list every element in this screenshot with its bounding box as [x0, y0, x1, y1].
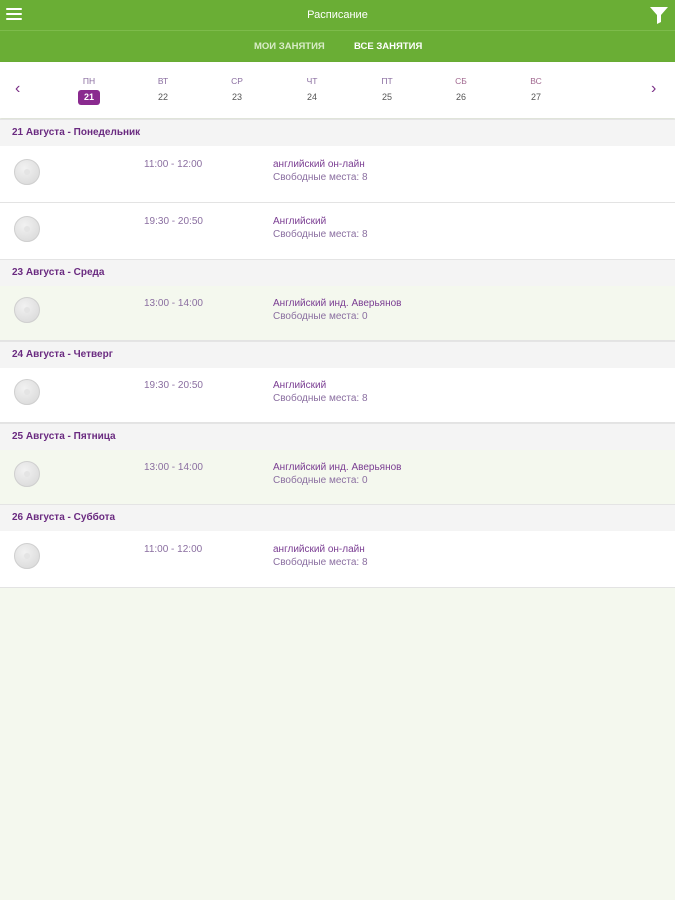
day-thu[interactable]: ЧТ 24 — [292, 62, 332, 118]
lesson-row[interactable]: 19:30 - 20:50 Английский Свободные места… — [0, 368, 675, 423]
lesson-row[interactable]: 13:00 - 14:00 Английский инд. Аверьянов … — [0, 286, 675, 341]
avatar — [14, 297, 40, 323]
day-number: 24 — [306, 92, 317, 102]
section-title: 21 Августа - Понедельник — [12, 127, 141, 138]
free-seats: Свободные места: 8 — [273, 172, 368, 183]
avatar — [14, 543, 40, 569]
day-number: 27 — [530, 92, 541, 102]
lesson-row[interactable]: 11:00 - 12:00 английский он-лайн Свободн… — [0, 531, 675, 588]
day-label: ЧТ — [306, 76, 318, 86]
filter-icon[interactable] — [649, 5, 669, 25]
day-label: СР — [231, 76, 243, 86]
lesson-row[interactable]: 11:00 - 12:00 английский он-лайн Свободн… — [0, 146, 675, 203]
lesson-name: английский он-лайн — [273, 159, 365, 170]
chevron-left-icon[interactable]: ‹ — [15, 81, 20, 97]
tab-all-lessons[interactable]: все занятия — [354, 31, 422, 62]
free-seats: Свободные места: 8 — [273, 229, 368, 240]
free-seats: Свободные места: 8 — [273, 393, 368, 404]
day-mon[interactable]: ПН 21 — [69, 62, 109, 118]
day-number: 21 — [78, 90, 100, 105]
avatar — [14, 159, 40, 185]
day-label: СБ — [455, 76, 467, 86]
lesson-name: Английский — [273, 380, 327, 391]
section-header: 23 Августа - Среда — [0, 259, 675, 287]
day-label: ВТ — [157, 76, 169, 86]
day-number: 26 — [455, 92, 466, 102]
avatar — [14, 216, 40, 242]
section-title: 23 Августа - Среда — [12, 267, 105, 278]
lesson-time: 11:00 - 12:00 — [144, 544, 203, 555]
lesson-time: 13:00 - 14:00 — [144, 298, 203, 309]
day-label: ПТ — [381, 76, 393, 86]
day-sun[interactable]: ВС 27 — [516, 62, 556, 118]
lesson-time: 19:30 - 20:50 — [144, 216, 203, 227]
section-header: 25 Августа - Пятница — [0, 423, 675, 451]
avatar — [14, 379, 40, 405]
section-title: 26 Августа - Суббота — [12, 512, 116, 523]
section-title: 24 Августа - Четверг — [12, 349, 113, 360]
lesson-name: Английский — [273, 216, 327, 227]
avatar — [14, 461, 40, 487]
chevron-right-icon[interactable]: › — [651, 81, 656, 97]
app-bar: Расписание — [0, 0, 675, 30]
lesson-name: Английский инд. Аверьянов — [273, 462, 402, 473]
section-title: 25 Августа - Пятница — [12, 431, 116, 442]
page-title: Расписание — [307, 9, 368, 21]
free-seats: Свободные места: 0 — [273, 311, 368, 322]
lesson-time: 19:30 - 20:50 — [144, 380, 203, 391]
tab-my-lessons[interactable]: мои занятия — [254, 31, 325, 62]
lesson-row[interactable]: 19:30 - 20:50 Английский Свободные места… — [0, 203, 675, 260]
lesson-name: английский он-лайн — [273, 544, 365, 555]
section-header: 21 Августа - Понедельник — [0, 119, 675, 147]
day-wed[interactable]: СР 23 — [217, 62, 257, 118]
free-seats: Свободные места: 8 — [273, 557, 368, 568]
free-seats: Свободные места: 0 — [273, 475, 368, 486]
day-number: 23 — [231, 92, 242, 102]
week-selector: ‹ ПН 21 ВТ 22 СР 23 ЧТ 24 ПТ 25 СБ 26 ВС… — [0, 62, 675, 118]
lesson-time: 11:00 - 12:00 — [144, 159, 203, 170]
day-label: ПН — [82, 76, 96, 86]
day-tue[interactable]: ВТ 22 — [143, 62, 183, 118]
day-number: 25 — [381, 92, 392, 102]
lesson-name: Английский инд. Аверьянов — [273, 298, 402, 309]
section-header: 26 Августа - Суббота — [0, 504, 675, 532]
day-number: 22 — [157, 92, 168, 102]
tab-bar: мои занятия все занятия — [0, 30, 675, 63]
lesson-row[interactable]: 13:00 - 14:00 Английский инд. Аверьянов … — [0, 450, 675, 505]
day-label: ВС — [530, 76, 542, 86]
day-sat[interactable]: СБ 26 — [441, 62, 481, 118]
lesson-time: 13:00 - 14:00 — [144, 462, 203, 473]
day-fri[interactable]: ПТ 25 — [367, 62, 407, 118]
section-header: 24 Августа - Четверг — [0, 341, 675, 369]
